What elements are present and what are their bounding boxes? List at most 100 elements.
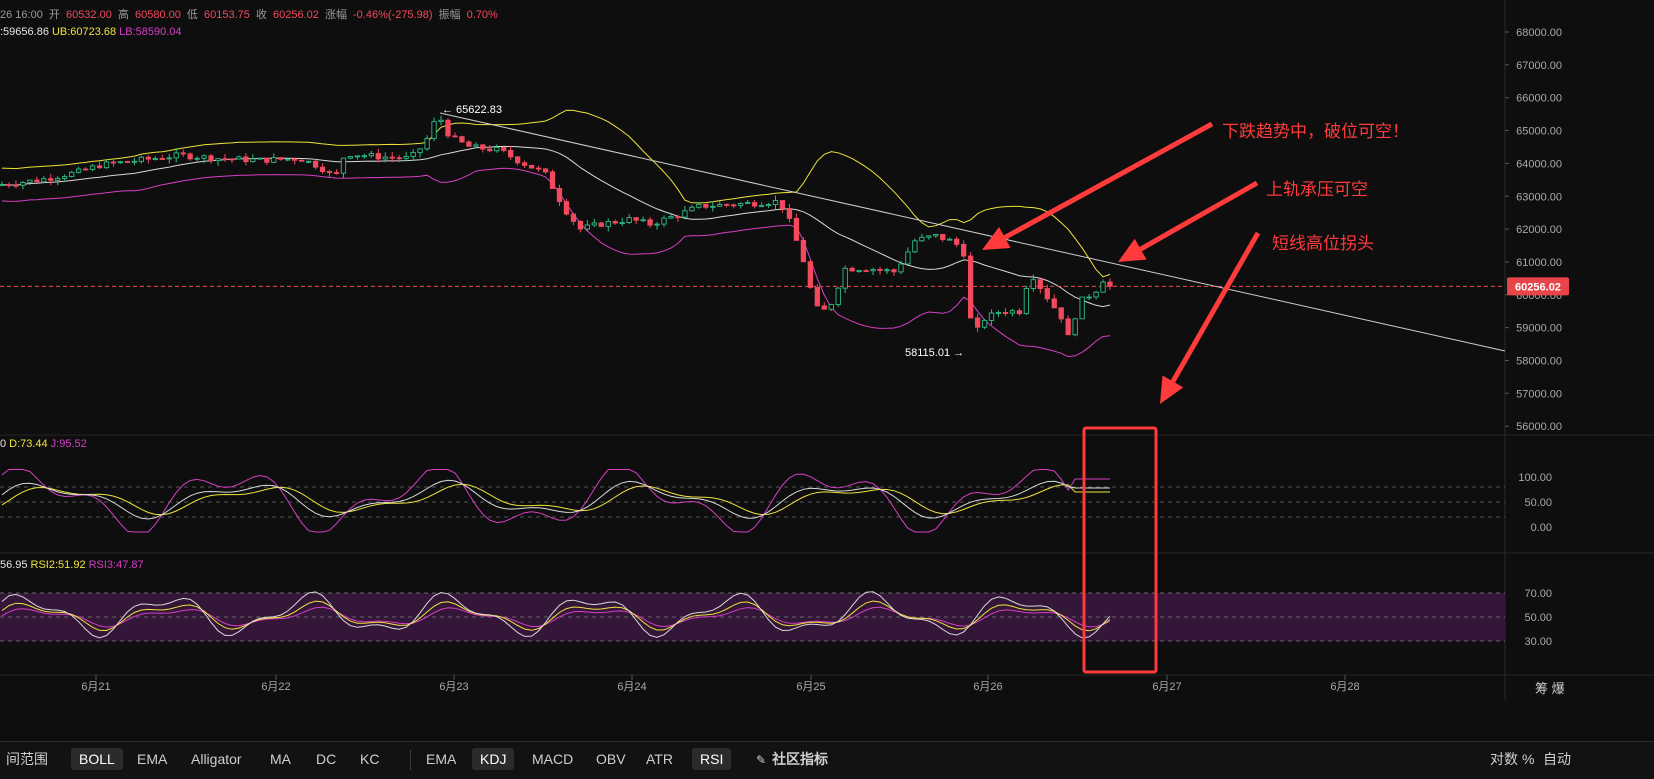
candle-up <box>431 121 437 140</box>
candle-up <box>473 144 479 147</box>
candle-up <box>305 160 312 163</box>
candle-down <box>633 217 639 221</box>
time-range-dropdown[interactable]: 间范围 <box>0 748 56 770</box>
boll-legend-segment: :59656.86 <box>0 26 49 38</box>
candle-down <box>124 161 131 164</box>
candle-up <box>1023 288 1030 315</box>
community-indicators-button[interactable]: ✎ 社区指标 <box>748 748 836 770</box>
main-indicator-boll[interactable]: BOLL <box>71 748 123 770</box>
boll-legend-segment: LB:58590.04 <box>119 26 181 38</box>
candle-down <box>445 119 451 137</box>
candle-up <box>494 147 500 152</box>
candle-up <box>0 184 5 187</box>
scale-option-1[interactable]: % <box>1522 748 1534 770</box>
candle-up <box>758 205 765 208</box>
candle-up <box>828 304 834 310</box>
ohlc-legend-segment: 振幅 <box>436 7 464 21</box>
candle-down <box>508 150 514 158</box>
candle-up <box>1086 296 1092 299</box>
candle-down <box>556 188 563 203</box>
candle-up <box>20 182 26 186</box>
main-indicator-alligator[interactable]: Alligator <box>183 748 250 770</box>
candle-up <box>765 204 772 207</box>
candle-down <box>145 156 151 160</box>
candle-up <box>933 233 939 237</box>
candle-up <box>856 270 862 273</box>
sub-indicator-kdj[interactable]: KDJ <box>472 748 515 770</box>
sub-indicator-ema[interactable]: EMA <box>418 748 464 770</box>
candle-down <box>570 213 577 222</box>
legend-lines: 26 16:00 开 60532.00 高 60580.00 低 60153.7… <box>0 7 498 571</box>
candle-up <box>912 240 918 253</box>
time-tick-label: 6月23 <box>439 681 468 693</box>
candle-up <box>138 156 145 162</box>
candle-down <box>1058 307 1064 320</box>
candle-down <box>515 156 521 164</box>
bottom-toolbar: 间范围 BOLL EMA Alligator MA DC KC EMA KDJ MACD OBV… <box>0 741 1654 779</box>
scale-option-0[interactable]: 对数 <box>1490 748 1518 770</box>
candle-up <box>898 263 904 273</box>
candle-down <box>396 157 402 160</box>
sub-indicator-atr[interactable]: ATR <box>638 748 681 770</box>
candle-down <box>13 184 19 187</box>
candle-down <box>319 166 326 172</box>
candle-up <box>403 156 409 159</box>
rsi-axis-label: 70.00 <box>1524 588 1552 600</box>
price-tick-label: 63000.00 <box>1516 191 1562 203</box>
candle-up <box>354 155 361 158</box>
kdj-panel: 100.00 50.00 0.00 <box>0 469 1552 534</box>
candle-down <box>863 270 869 273</box>
rsi-legend-segment: 56.95 <box>0 559 28 571</box>
sub-indicator-obv[interactable]: OBV <box>588 748 634 770</box>
candle-up <box>62 176 68 179</box>
candle-up <box>744 202 751 204</box>
candle-up <box>1009 310 1016 314</box>
main-indicator-dc[interactable]: DC <box>308 748 344 770</box>
candle-down <box>779 200 786 209</box>
candle-down <box>222 158 228 161</box>
candle-up <box>1072 318 1078 336</box>
price-tick-label: 56000.00 <box>1516 421 1562 433</box>
candle-down <box>1016 310 1023 315</box>
price-tick-label: 68000.00 <box>1516 27 1562 39</box>
candle-up <box>76 168 82 173</box>
main-indicator-ma[interactable]: MA <box>262 748 299 770</box>
ohlc-legend-segment: 26 16:00 <box>0 9 43 21</box>
trend-line <box>0 112 1506 352</box>
kdj-legend-segment: 0 <box>0 438 6 450</box>
main-indicator-ema[interactable]: EMA <box>129 748 175 770</box>
scale-option-2[interactable]: 自动 <box>1543 748 1571 770</box>
candle-up <box>619 222 625 224</box>
main-indicator-kc[interactable]: KC <box>352 748 387 770</box>
boll-lower-line <box>1 167 1111 358</box>
price-axis: 68000.00 67000.00 66000.00 65000.00 64000.00… <box>1505 27 1562 433</box>
candle-down <box>974 317 981 328</box>
candle-up <box>285 158 291 161</box>
candle-up <box>194 157 200 160</box>
candle-down <box>1002 312 1009 314</box>
sub-indicator-rsi[interactable]: RSI <box>692 748 732 770</box>
candle-up <box>661 217 667 225</box>
candle-up <box>689 206 695 212</box>
candle-up <box>152 158 158 160</box>
candle-up <box>89 165 96 170</box>
ohlc-legend-segment: 60580.00 <box>135 9 181 21</box>
candle-down <box>180 152 186 155</box>
price-tick-label: 61000.00 <box>1516 257 1562 269</box>
candle-down <box>1051 298 1057 309</box>
edit-icon: ✎ <box>756 753 767 767</box>
candle-down <box>1107 281 1113 287</box>
candle-up <box>131 160 138 163</box>
candle-down <box>501 147 507 151</box>
candle-up <box>417 148 423 153</box>
chart-canvas[interactable]: 68000.00 67000.00 66000.00 65000.00 64000.00… <box>0 0 1654 779</box>
price-labels: 60256.02 ← 65622.83 58115.01 → <box>442 104 1569 359</box>
candle-up <box>842 267 848 289</box>
ohlc-legend-segment: 高 <box>115 7 132 21</box>
sub-indicator-macd[interactable]: MACD <box>524 748 581 770</box>
candle-down <box>243 156 249 163</box>
candle-up <box>201 155 207 159</box>
ohlc-legend-segment: 60256.02 <box>273 9 319 21</box>
candle-down <box>452 135 458 138</box>
candle-down <box>48 178 54 181</box>
